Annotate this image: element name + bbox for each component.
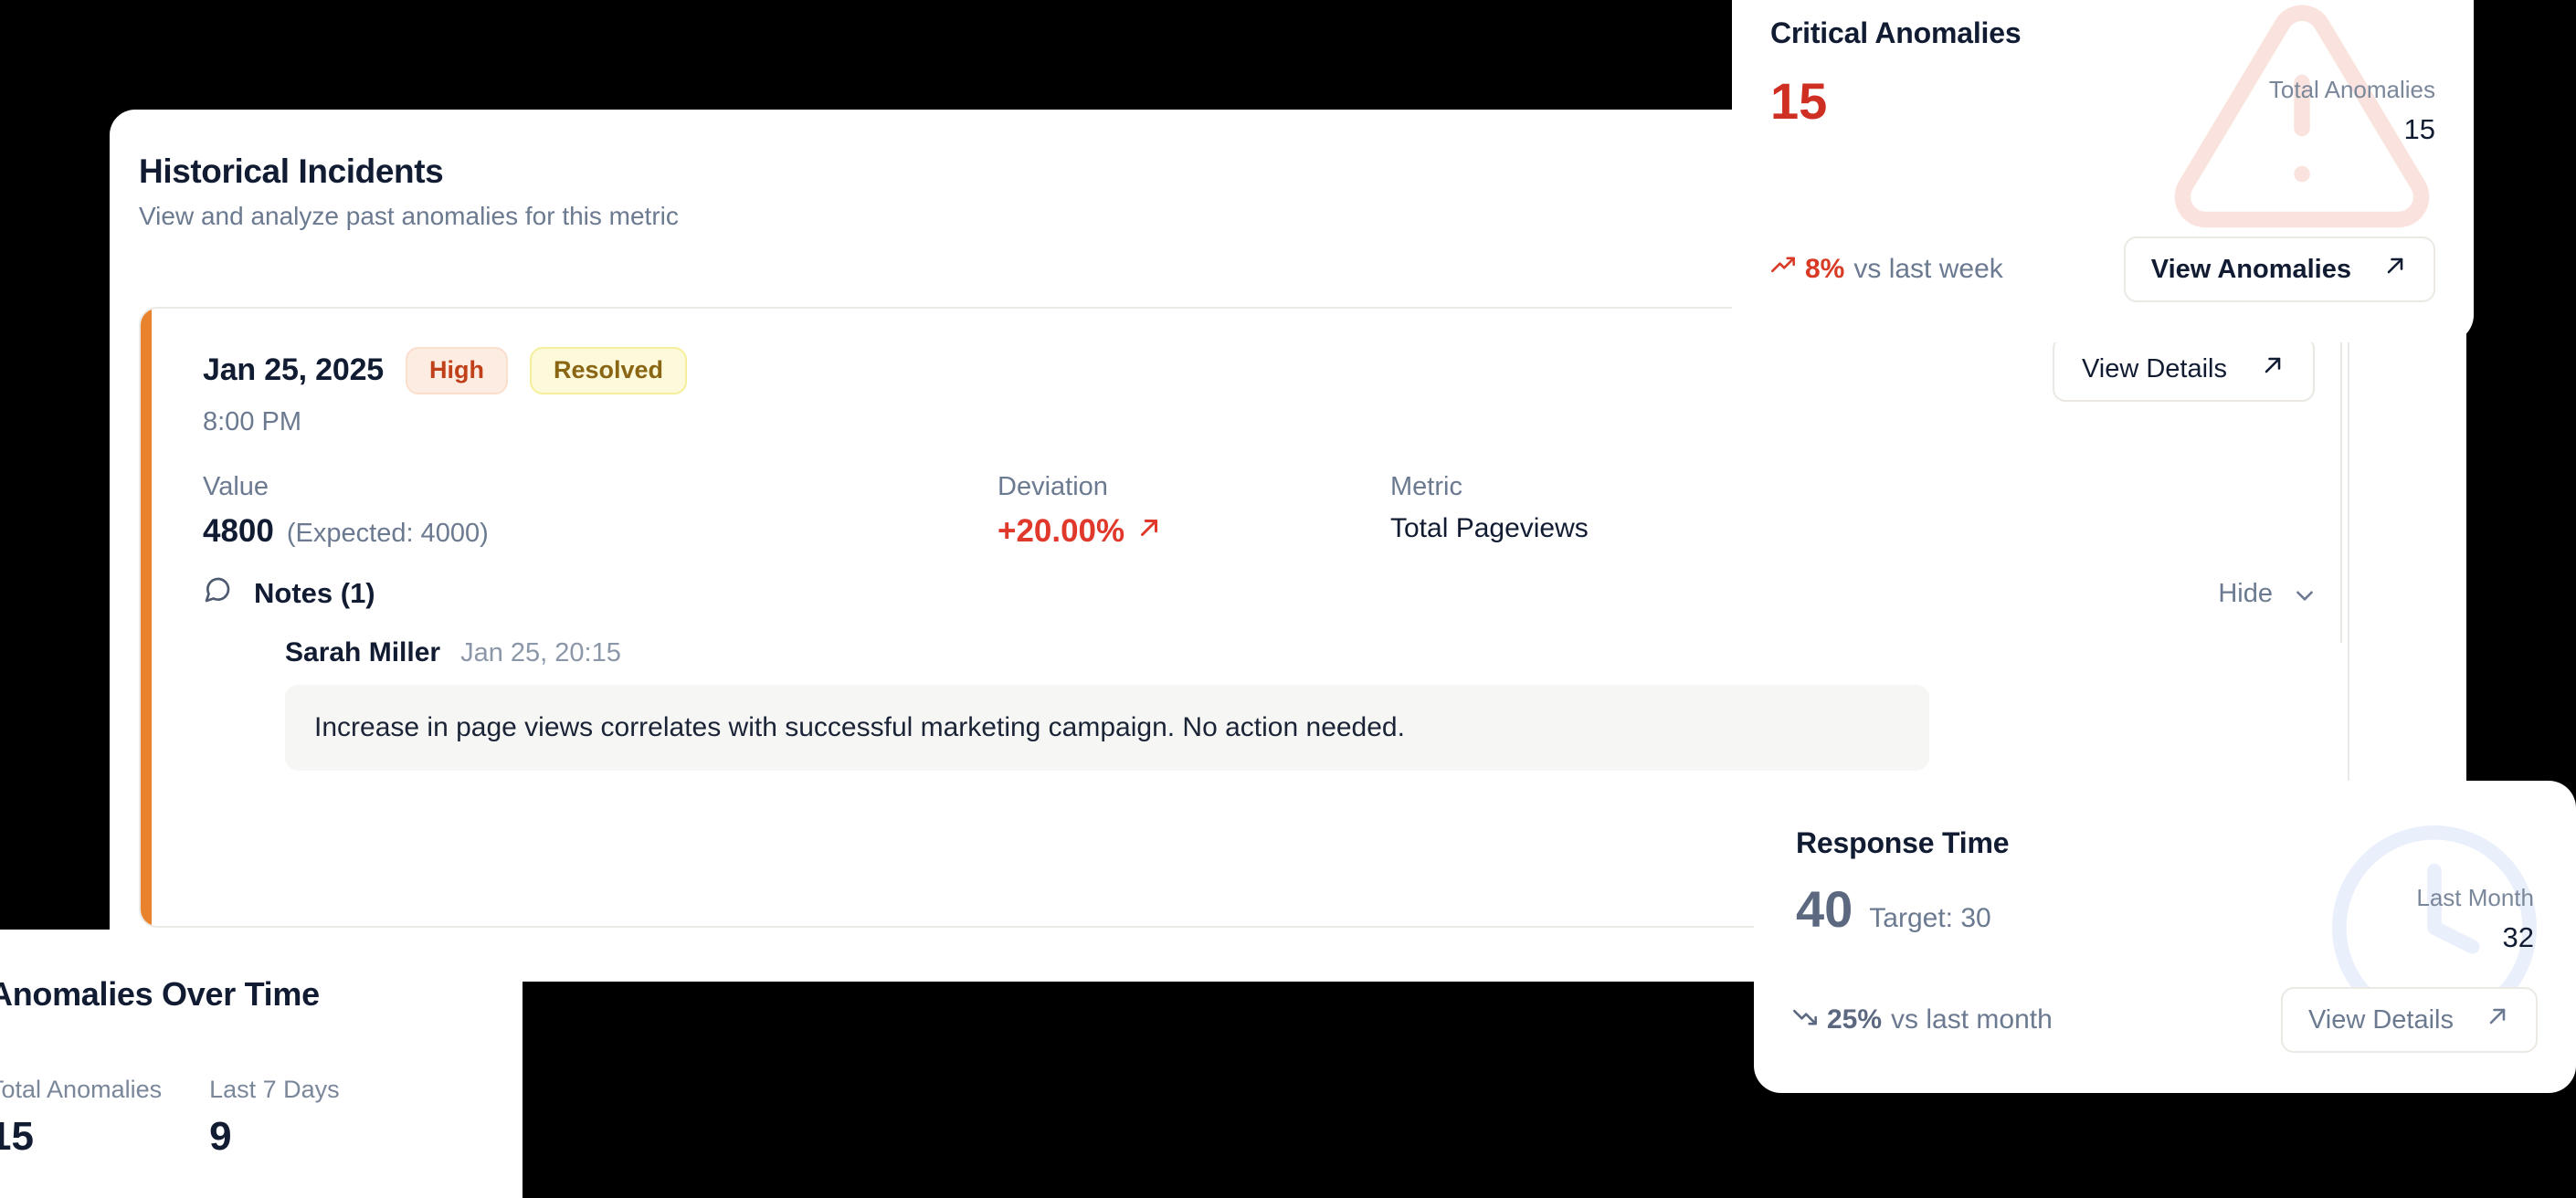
notes-count-label: Notes (1) (254, 577, 375, 609)
critical-anomalies-trend-value: 8% (1805, 254, 1845, 284)
stat-metric-label: Metric (1390, 471, 1462, 501)
note-item: Sarah Miller Jan 25, 20:15 Increase in p… (285, 637, 2313, 771)
stat-last-7-days: Last 7 Days 9 (209, 1076, 340, 1157)
response-time-value-group: 40 Target: 30 (1796, 884, 1991, 935)
incident-header: Jan 25, 2025 High Resolved (203, 347, 2348, 394)
critical-anomalies-title: Critical Anomalies (1770, 16, 2022, 49)
last-month-value: 32 (2502, 921, 2534, 953)
page-subtitle: View and analyze past anomalies for this… (139, 202, 679, 230)
card-header-text: Historical Incidents View and analyze pa… (139, 152, 679, 231)
total-anomalies-value: 15 (2403, 113, 2435, 145)
comment-bubble-icon (203, 575, 232, 612)
view-anomalies-button[interactable]: View Anomalies (2123, 236, 2435, 302)
arrow-up-right-icon (2260, 352, 2286, 385)
anomalies-over-time-card: Anomalies Over Time Total Anomalies 15 L… (0, 930, 523, 1198)
incident-stats: Value 4800 (Expected: 4000) Deviation +2… (203, 472, 2348, 550)
last-month-label: Last Month (2416, 884, 2534, 911)
stat-deviation: Deviation +20.00% (998, 472, 1390, 550)
page-title: Historical Incidents (139, 152, 444, 190)
critical-anomalies-body: Critical Anomalies 15 Total Anomalies 15… (1732, 0, 2474, 342)
note-meta: Sarah Miller Jan 25, 20:15 (285, 637, 2313, 668)
critical-anomalies-values: 15 Total Anomalies 15 (1770, 76, 2435, 146)
response-time-trend: 25% vs last month (1792, 1004, 2053, 1036)
view-anomalies-label: View Anomalies (2150, 254, 2351, 284)
response-time-values: 40 Target: 30 Last Month 32 (1796, 884, 2534, 954)
arrow-up-right-icon (1135, 513, 1163, 550)
stat-total-anomalies: Total Anomalies 15 (0, 1076, 162, 1157)
stat-value-main: 4800 (Expected: 4000) (203, 513, 998, 550)
critical-anomalies-card: Critical Anomalies 15 Total Anomalies 15… (1732, 0, 2474, 342)
arrow-up-right-icon (2485, 1004, 2510, 1036)
incident-expected: (Expected: 4000) (286, 518, 489, 548)
notes-header: Notes (1) Hide (203, 575, 2313, 612)
response-time-value: 40 (1796, 880, 1853, 938)
critical-anomalies-value: 15 (1770, 72, 1828, 130)
notes-title: Notes (1) (203, 575, 375, 612)
stat-value: Value 4800 (Expected: 4000) (203, 472, 998, 550)
stat-total-anomalies-label: Total Anomalies (0, 1076, 163, 1103)
response-time-body: Response Time 40 Target: 30 Last Month 3… (1754, 781, 2576, 1093)
note-text: Increase in page views correlates with s… (285, 685, 1929, 771)
incident-deviation: +20.00% (998, 512, 1125, 549)
notes-toggle-label: Hide (2218, 578, 2273, 608)
response-time-title: Response Time (1796, 826, 2010, 859)
incident-metric: Total Pageviews (1390, 512, 1589, 543)
incident-time: 8:00 PM (203, 406, 301, 436)
trend-up-icon (1770, 253, 1796, 286)
stat-last-7-days-value: 9 (209, 1114, 232, 1159)
response-time-target: Target: 30 (1869, 903, 1991, 933)
response-time-trend-note: vs last month (1891, 1004, 2053, 1035)
response-time-side: Last Month 32 (2416, 884, 2534, 954)
notes-toggle-button[interactable]: Hide (2218, 579, 2313, 609)
arrow-up-right-icon (2382, 253, 2408, 286)
response-time-trend-value: 25% (1827, 1004, 1883, 1035)
anomalies-over-time-title: Anomalies Over Time (0, 975, 320, 1013)
response-time-view-details-label: View Details (2307, 1004, 2454, 1035)
incident-value: 4800 (203, 512, 274, 549)
incident-view-details-button[interactable]: View Details (2052, 336, 2315, 402)
response-time-card: Response Time 40 Target: 30 Last Month 3… (1754, 781, 2576, 1093)
anomalies-over-time-stats: Total Anomalies 15 Last 7 Days 9 (0, 1076, 523, 1157)
stat-value-label: Value (203, 471, 269, 501)
response-time-footer: 25% vs last month View Details (1792, 987, 2538, 1053)
critical-anomalies-trend-note: vs last week (1853, 254, 2003, 284)
screen: Historical Incidents View and analyze pa… (0, 0, 2576, 1198)
stat-metric: Metric Total Pageviews (1390, 472, 1589, 550)
anomalies-over-time-body: Anomalies Over Time Total Anomalies 15 L… (0, 930, 523, 1157)
total-anomalies-label: Total Anomalies (2268, 76, 2435, 103)
critical-anomalies-footer: 8% vs last week View Anomalies (1770, 236, 2435, 302)
incident-view-details-label: View Details (2081, 353, 2227, 384)
critical-anomalies-side: Total Anomalies 15 (2269, 76, 2435, 146)
response-time-view-details-button[interactable]: View Details (2280, 987, 2538, 1053)
status-badge-severity: High (405, 347, 508, 394)
stat-last-7-days-label: Last 7 Days (209, 1076, 340, 1103)
stat-total-anomalies-value: 15 (0, 1114, 34, 1159)
note-author: Sarah Miller (285, 637, 441, 667)
trend-down-icon (1792, 1004, 1818, 1036)
incident-date: Jan 25, 2025 (203, 352, 384, 388)
critical-anomalies-trend: 8% vs last week (1770, 253, 2003, 286)
status-badge-state: Resolved (529, 347, 688, 394)
stat-deviation-label: Deviation (998, 471, 1108, 501)
note-timestamp: Jan 25, 20:15 (460, 638, 621, 667)
stat-deviation-main: +20.00% (998, 513, 1390, 550)
chevron-down-icon (2293, 583, 2313, 604)
